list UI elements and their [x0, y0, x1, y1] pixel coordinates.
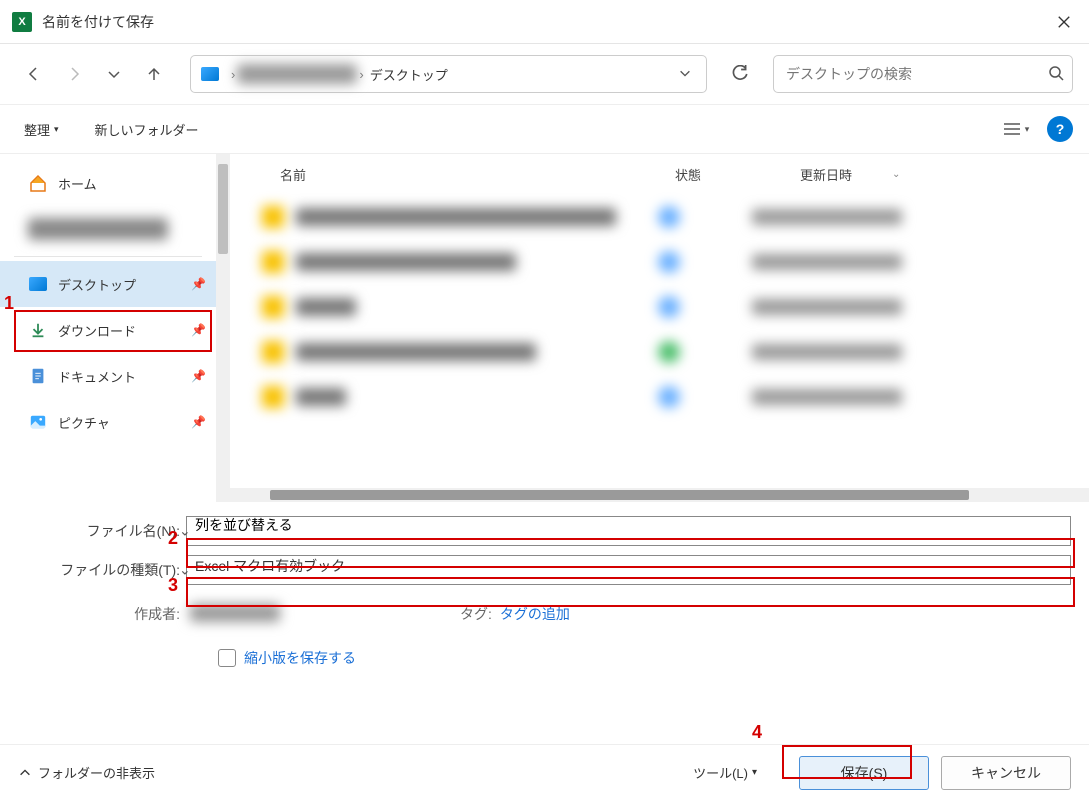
pin-icon: 📌 [191, 415, 206, 429]
new-folder-button[interactable]: 新しいフォルダー [87, 116, 207, 143]
column-headers: 名前 状態 更新日時 ⌄ [230, 154, 1089, 194]
recent-dropdown[interactable] [96, 56, 132, 92]
author-label: 作成者: [18, 604, 186, 624]
scrollbar-thumb[interactable] [270, 490, 969, 500]
sidebar-item-downloads[interactable]: ダウンロード 📌 [0, 307, 216, 353]
view-mode-button[interactable]: ▾ [997, 115, 1033, 143]
sidebar-item-desktop[interactable]: デスクトップ 📌 [0, 261, 216, 307]
sidebar-item-label: ドキュメント [58, 367, 136, 386]
annotation-number: 2 [168, 528, 178, 549]
chevron-down-icon[interactable]: ⌄ [179, 562, 1062, 579]
sidebar: ホーム デスクトップ 📌 ダウンロード 📌 [0, 154, 230, 502]
sidebar-scrollbar[interactable] [216, 154, 230, 502]
cancel-button[interactable]: キャンセル [941, 756, 1071, 790]
organize-label: 整理 [24, 120, 50, 139]
pin-icon: 📌 [191, 277, 206, 291]
file-row[interactable] [250, 329, 1089, 374]
address-bar[interactable]: › › デスクトップ [190, 55, 707, 93]
pictures-icon [28, 412, 48, 432]
search-box[interactable] [773, 55, 1073, 93]
up-button[interactable] [136, 56, 172, 92]
save-thumbnail-label: 縮小版を保存する [244, 648, 356, 668]
annotation-number: 4 [752, 722, 762, 743]
filename-label: ファイル名(N): [18, 521, 186, 541]
sidebar-item-home[interactable]: ホーム [0, 160, 216, 206]
main-area: ホーム デスクトップ 📌 ダウンロード 📌 [0, 154, 1089, 502]
pin-icon: 📌 [191, 323, 206, 337]
desktop-icon [28, 274, 48, 294]
annotation-number: 1 [4, 293, 14, 314]
close-button[interactable] [1039, 0, 1089, 44]
divider [14, 256, 202, 257]
search-icon[interactable] [1048, 65, 1064, 84]
document-icon [28, 366, 48, 386]
meta-row: 作成者: タグ: タグの追加 [18, 594, 1071, 624]
annotation-number: 3 [168, 575, 178, 596]
column-date[interactable]: 更新日時 ⌄ [800, 165, 1089, 184]
file-row[interactable] [250, 194, 1089, 239]
hide-folders-label: フォルダーの非表示 [38, 763, 155, 782]
sidebar-item-pictures[interactable]: ピクチャ 📌 [0, 399, 216, 445]
sidebar-item-documents[interactable]: ドキュメント 📌 [0, 353, 216, 399]
scrollbar-thumb[interactable] [218, 164, 228, 254]
sidebar-item-label: デスクトップ [58, 275, 136, 294]
search-input[interactable] [786, 66, 1048, 82]
refresh-button[interactable] [721, 55, 759, 93]
add-tag-link[interactable]: タグの追加 [500, 604, 570, 624]
save-thumbnail-checkbox[interactable] [218, 649, 236, 667]
help-button[interactable]: ? [1047, 116, 1073, 142]
nav-bar: › › デスクトップ [0, 44, 1089, 104]
sidebar-item-label: ダウンロード [58, 321, 136, 340]
title-bar: X 名前を付けて保存 [0, 0, 1089, 44]
toolbar: 整理 ▾ 新しいフォルダー ▾ ? [0, 104, 1089, 154]
form-area: ファイル名(N): ⌄ ファイルの種類(T): Excel マクロ有効ブック ⌄… [0, 502, 1089, 668]
home-icon [28, 173, 48, 193]
breadcrumb-separator-icon: › [357, 67, 365, 82]
sidebar-item-blurred[interactable] [0, 206, 216, 252]
filetype-select[interactable]: Excel マクロ有効ブック ⌄ [186, 555, 1071, 585]
filename-input[interactable]: ⌄ [186, 516, 1071, 546]
location-icon [201, 67, 219, 81]
file-row[interactable] [250, 239, 1089, 284]
new-folder-label: 新しいフォルダー [95, 120, 199, 139]
pin-icon: 📌 [191, 369, 206, 383]
file-row[interactable] [250, 284, 1089, 329]
chevron-down-icon[interactable]: ⌄ [179, 523, 1062, 540]
filetype-label: ファイルの種類(T): [18, 560, 186, 580]
file-pane: 名前 状態 更新日時 ⌄ [230, 154, 1089, 502]
breadcrumb-item[interactable]: デスクトップ [366, 65, 452, 84]
file-row[interactable] [250, 374, 1089, 419]
excel-icon: X [12, 12, 32, 32]
column-name[interactable]: 名前 [260, 165, 675, 184]
breadcrumb-blurred [237, 64, 357, 84]
footer: フォルダーの非表示 ツール(L) ▾ 保存(S) キャンセル [0, 744, 1089, 800]
tools-label: ツール(L) [693, 763, 748, 782]
sidebar-item-label: ホーム [58, 174, 97, 193]
chevron-up-icon [18, 766, 32, 780]
organize-menu[interactable]: 整理 ▾ [16, 116, 67, 143]
forward-button[interactable] [56, 56, 92, 92]
download-icon [28, 320, 48, 340]
sort-indicator-icon: ⌄ [892, 169, 900, 180]
window-title: 名前を付けて保存 [42, 12, 154, 32]
thumbnail-row: 縮小版を保存する [18, 624, 1071, 668]
author-value-blurred [190, 604, 280, 622]
hide-folders-toggle[interactable]: フォルダーの非表示 [18, 763, 155, 782]
breadcrumb-separator-icon: › [229, 67, 237, 82]
column-status[interactable]: 状態 [675, 165, 800, 184]
back-button[interactable] [16, 56, 52, 92]
folder-tree: ホーム デスクトップ 📌 ダウンロード 📌 [0, 154, 216, 502]
address-history-dropdown[interactable] [670, 66, 700, 83]
file-list[interactable] [230, 194, 1089, 484]
save-button[interactable]: 保存(S) [799, 756, 929, 790]
horizontal-scrollbar[interactable] [230, 488, 1089, 502]
sidebar-item-label: ピクチャ [58, 413, 110, 432]
tools-dropdown[interactable]: ツール(L) ▾ [693, 763, 757, 782]
tag-label: タグ: [460, 604, 492, 624]
